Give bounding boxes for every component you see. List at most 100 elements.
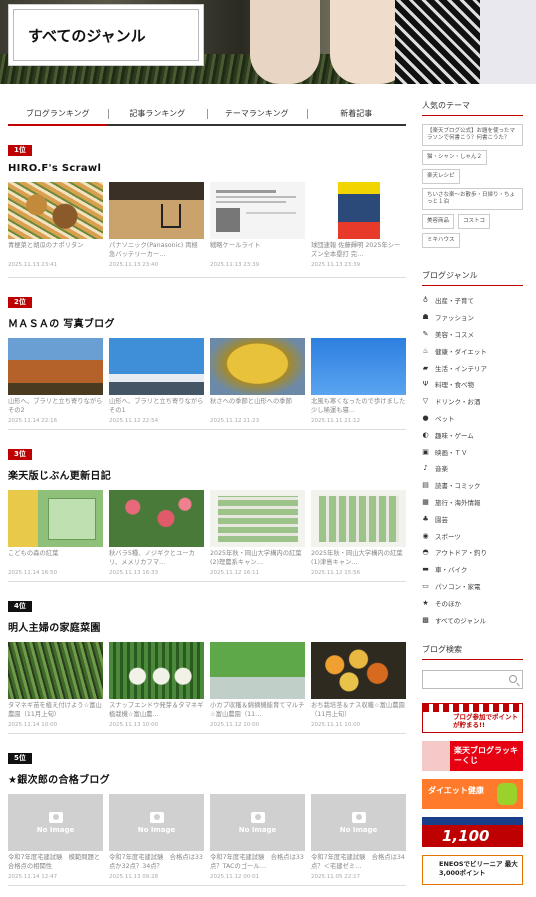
genre-item[interactable]: ▽ ドリンク・お酒 [422, 393, 523, 410]
article-title[interactable]: 秋さへの季節と山形への季節 [210, 397, 305, 415]
genre-item[interactable]: ◉ スポーツ [422, 527, 523, 544]
genre-label[interactable]: ファッション [435, 312, 474, 322]
genre-item[interactable]: ▦ 旅行・海外情報 [422, 494, 523, 511]
article-title[interactable]: 山形へ、ブラリと立ち寄りながら その1 [109, 397, 204, 415]
article-thumbnail[interactable] [210, 338, 305, 395]
article-thumbnail[interactable] [8, 642, 103, 699]
genre-label[interactable]: ドリンク・お酒 [435, 396, 480, 406]
genre-label[interactable]: すべてのジャンル [435, 615, 486, 625]
article-card[interactable]: 青梗菜と胡瓜のナポリタン 2025.11.13 23:41 [8, 182, 103, 268]
genre-item[interactable]: ● ペット [422, 410, 523, 427]
article-title[interactable]: タマネギ苗を植え付けよう☆富山農園（11月上旬） [8, 701, 103, 719]
article-card[interactable]: 山形へ、ブラリと立ち寄りながら その2 2025.11.14 22:16 [8, 338, 103, 424]
genre-label[interactable]: 健康・ダイエット [435, 346, 487, 356]
ad-banner[interactable]: 楽天ブログラッキーくじ [422, 740, 523, 771]
article-title[interactable]: 令和7年度宅建試験 合格点は33点？TACのゴール… [210, 853, 305, 871]
article-card[interactable]: こどもの森の紅葉 2025.11.14 16:50 [8, 490, 103, 576]
blog-name[interactable]: HIRO.F's Scrawl [8, 163, 406, 174]
no-image-placeholder[interactable]: No Image [210, 794, 305, 851]
article-thumbnail[interactable] [8, 338, 103, 395]
article-card[interactable]: No Image 令和7年度宅建試験 合格点は34点？＜宅建ゼミ… 2025.1… [311, 794, 406, 880]
ad-banner[interactable]: 1,100 [422, 816, 523, 847]
blog-name[interactable]: ★銀次郎の合格ブログ [8, 771, 406, 786]
genre-item[interactable]: ▤ 読書・コミック [422, 477, 523, 494]
article-card[interactable]: No Image 令和7年度宅建試験 合格点は33点？TACのゴール… 2025… [210, 794, 305, 880]
blog-name[interactable]: ＭＡＳＡの 写真ブログ [8, 315, 406, 330]
genre-label[interactable]: そのほか [435, 598, 461, 608]
article-thumbnail[interactable] [311, 182, 406, 239]
article-thumbnail[interactable] [109, 642, 204, 699]
article-card[interactable]: 小カブ収穫＆綿摘機能育てマルチ☆富山農園（11… 2025.11.12 10:0… [210, 642, 305, 728]
article-card[interactable]: No Image 令和7年度宅建試験 模範問題と合格点の相関性 2025.11.… [8, 794, 103, 880]
article-thumbnail[interactable] [109, 490, 204, 547]
genre-label[interactable]: 美容・コスメ [435, 329, 474, 339]
genre-label[interactable]: 車・バイク [435, 564, 467, 574]
genre-item[interactable]: ♣ 園芸 [422, 510, 523, 527]
no-image-placeholder[interactable]: No Image [109, 794, 204, 851]
article-card[interactable]: 2025年秋・岡山大学構内の紅葉(1)津島キャン… 2025.11.12 15:… [311, 490, 406, 576]
article-title[interactable]: 令和7年度宅建試験 合格点は33点か32点？34点？ [109, 853, 204, 871]
article-thumbnail[interactable] [210, 490, 305, 547]
article-title[interactable]: 令和7年度宅建試験 合格点は34点？＜宅建ゼミ… [311, 853, 406, 871]
genre-item[interactable]: ▩ すべてのジャンル [422, 611, 523, 628]
genre-item[interactable]: ♪ 音楽 [422, 460, 523, 477]
genre-item[interactable]: ◐ 趣味・ゲーム [422, 426, 523, 443]
article-title[interactable]: 令和7年度宅建試験 模範問題と合格点の相関性 [8, 853, 103, 871]
article-title[interactable]: 球団速報 佐藤輝明 2025年シーズン全本塁打 完… [311, 241, 406, 259]
article-thumbnail[interactable] [109, 338, 204, 395]
article-title[interactable]: 秋バラ5種、ノジギクとユーカリ、メメリカフマ… [109, 549, 204, 567]
article-card[interactable]: 2025年秋・岡山大学構内の紅葉(2)理農系キャン… 2025.11.12 16… [210, 490, 305, 576]
article-thumbnail[interactable] [210, 182, 305, 239]
article-card[interactable]: 球団速報 佐藤輝明 2025年シーズン全本塁打 完… 2025.11.13 23… [311, 182, 406, 268]
article-title[interactable]: 山形へ、ブラリと立ち寄りながら その2 [8, 397, 103, 415]
article-card[interactable]: No Image 令和7年度宅建試験 合格点は33点か32点？34点？ 2025… [109, 794, 204, 880]
article-card[interactable]: 秋バラ5種、ノジギクとユーカリ、メメリカフマ… 2025.11.13 16:33 [109, 490, 204, 576]
article-title[interactable]: パナソニック(Panasonic) 両極急バッテリーカー… [109, 241, 204, 259]
genre-item[interactable]: ▭ パソコン・家電 [422, 578, 523, 595]
article-thumbnail[interactable] [311, 642, 406, 699]
genre-label[interactable]: 趣味・ゲーム [435, 430, 474, 440]
article-card[interactable]: 山形へ、ブラリと立ち寄りながら その1 2025.11.12 22:54 [109, 338, 204, 424]
genre-label[interactable]: 生活・インテリア [435, 363, 487, 373]
genre-item[interactable]: ♨ 健康・ダイエット [422, 342, 523, 359]
genre-label[interactable]: パソコン・家電 [435, 581, 481, 591]
genre-item[interactable]: ◓ アウトドア・釣り [422, 544, 523, 561]
genre-label[interactable]: 映画・ＴＶ [435, 447, 468, 457]
blog-name[interactable]: 楽天版じぶん更新日記 [8, 467, 406, 482]
article-title[interactable]: 2025年秋・岡山大学構内の紅葉(2)理農系キャン… [210, 549, 305, 567]
genre-item[interactable]: ★ そのほか [422, 594, 523, 611]
genre-item[interactable]: ▰ 生活・インテリア [422, 359, 523, 376]
ad-banner[interactable]: ブログ参加でポイントが貯まる!! [422, 702, 523, 733]
article-thumbnail[interactable] [8, 490, 103, 547]
ad-banner[interactable]: ダイエット健康 [422, 778, 523, 809]
genre-label[interactable]: アウトドア・釣り [435, 547, 487, 557]
genre-label[interactable]: ペット [435, 413, 455, 423]
genre-label[interactable]: 料理・食べ物 [435, 379, 474, 389]
article-thumbnail[interactable] [311, 338, 406, 395]
genre-label[interactable]: 旅行・海外情報 [435, 497, 481, 507]
genre-label[interactable]: 園芸 [435, 514, 448, 524]
blog-search-input[interactable] [422, 669, 523, 689]
theme-tag[interactable]: 楽天レシピ [422, 169, 460, 184]
genre-label[interactable]: 音楽 [435, 463, 448, 473]
article-thumbnail[interactable] [8, 182, 103, 239]
blog-name[interactable]: 明人主婦の家庭菜園 [8, 619, 406, 634]
genre-item[interactable]: ✎ 美容・コスメ [422, 326, 523, 343]
tab-new-articles[interactable]: 新着記事 [306, 104, 407, 124]
theme-tag[interactable]: 美容商品 [422, 214, 455, 229]
article-card[interactable]: 戦略ケールライト 2025.11.13 23:39 [210, 182, 305, 268]
theme-tag[interactable]: 【楽天ブログ公式】お題を使ったマラソンで何書こう？何書こうた？ [422, 124, 523, 146]
genre-item[interactable]: Ψ 料理・食べ物 [422, 376, 523, 393]
article-title[interactable]: こどもの森の紅葉 [8, 549, 103, 567]
tab-article-ranking[interactable]: 記事ランキング [107, 104, 208, 124]
article-title[interactable]: 小カブ収穫＆綿摘機能育てマルチ☆富山農園（11… [210, 701, 305, 719]
article-card[interactable]: 秋さへの季節と山形への季節 2025.11.12 21:23 [210, 338, 305, 424]
genre-item[interactable]: ▣ 映画・ＴＶ [422, 443, 523, 460]
article-title[interactable]: 戦略ケールライト [210, 241, 305, 259]
tab-blog-ranking[interactable]: ブログランキング [8, 104, 108, 126]
theme-tag[interactable]: ミキハウス [422, 233, 460, 248]
article-card[interactable]: スナップエンドウ発芽＆タマネギ植栽機☆富山農… 2025.11.13 10:00 [109, 642, 204, 728]
article-title[interactable]: 2025年秋・岡山大学構内の紅葉(1)津島キャン… [311, 549, 406, 567]
genre-label[interactable]: 出産・子育て [435, 295, 474, 305]
genre-item[interactable]: ▬ 車・バイク [422, 561, 523, 578]
